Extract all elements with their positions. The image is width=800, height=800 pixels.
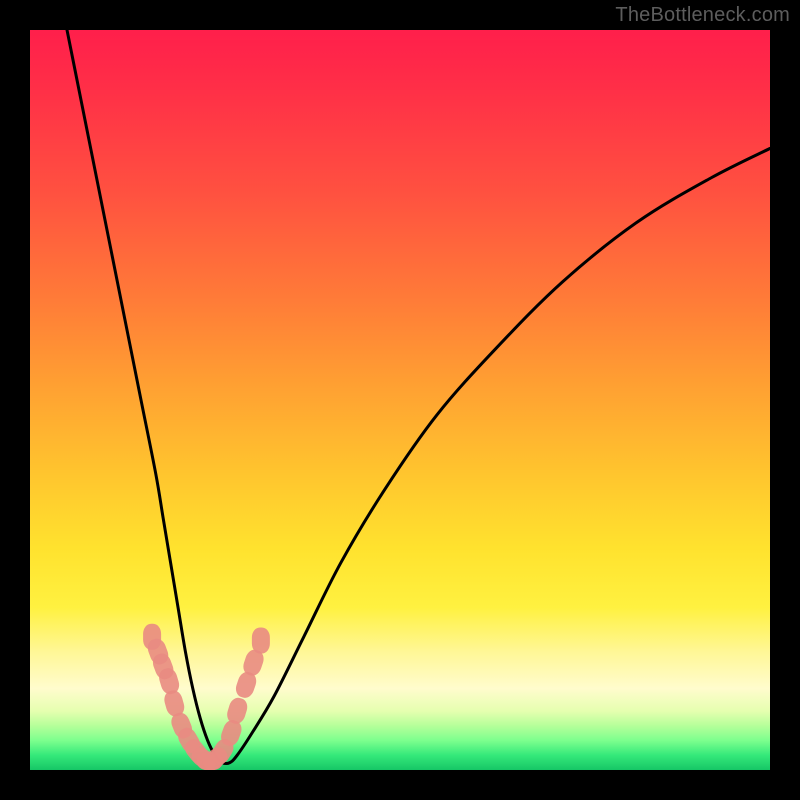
watermark-text: TheBottleneck.com xyxy=(615,4,790,27)
bottleneck-curve xyxy=(67,30,770,764)
marker-group xyxy=(143,624,270,770)
marker-pill xyxy=(252,628,270,654)
chart-frame: TheBottleneck.com xyxy=(0,0,800,800)
plot-area xyxy=(30,30,770,770)
curve-svg xyxy=(30,30,770,770)
